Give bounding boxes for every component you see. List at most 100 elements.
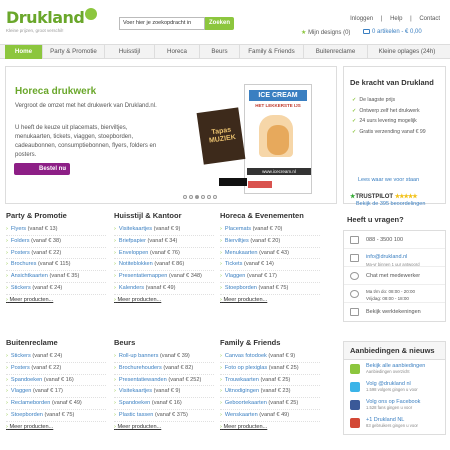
- category-item[interactable]: › Reclameborden (vanaf € 49): [6, 398, 106, 410]
- category-item[interactable]: › Bierviltjes (vanaf € 20): [220, 236, 320, 248]
- hero-product-link[interactable]: menukaarten: [15, 134, 50, 140]
- category-item[interactable]: › Visitekaartjes (vanaf € 9): [114, 386, 214, 399]
- nav-family-friends[interactable]: Family & Friends: [240, 45, 304, 59]
- phone-row[interactable]: 088 - 3500 100: [344, 231, 445, 249]
- category-item[interactable]: › Roll-up banners (vanaf € 39): [114, 351, 214, 363]
- category-item[interactable]: › Flyers (vanaf € 13): [6, 224, 106, 236]
- category-item[interactable]: › Canvas fotodoek (vanaf € 9): [220, 351, 320, 363]
- category-block: Party & Promotie › Flyers (vanaf € 13) › Fol…: [6, 211, 106, 306]
- hero-product-link[interactable]: tickets: [53, 134, 70, 140]
- arrow-icon: ›: [114, 376, 116, 383]
- category-item[interactable]: › Briefpapier (vanaf € 34): [114, 236, 214, 248]
- offer-row[interactable]: Volg @drukland nl 1.598 volgers gingen u …: [344, 378, 445, 396]
- category-item[interactable]: › Folders (vanaf € 38): [6, 236, 106, 248]
- hero-product-link[interactable]: folders: [130, 143, 148, 149]
- check-icon: ✓: [352, 118, 357, 124]
- category-title[interactable]: Beurs: [114, 338, 214, 347]
- category-item[interactable]: › Plastic tassen (vanaf € 375): [114, 410, 214, 422]
- hero-product-link[interactable]: stoepborden: [98, 134, 131, 140]
- category-title[interactable]: Party & Promotie: [6, 211, 106, 220]
- category-item[interactable]: › Ansichtkaarten (vanaf € 35): [6, 271, 106, 283]
- hero-product-link[interactable]: posters: [15, 152, 35, 158]
- more-products-link[interactable]: › Meer producten...: [220, 295, 320, 306]
- offer-icon: [350, 400, 360, 410]
- carousel-dot[interactable]: [189, 195, 193, 199]
- category-item[interactable]: › Stickers (vanaf € 24): [6, 283, 106, 295]
- arrow-icon: ›: [220, 400, 222, 407]
- hero-product-link[interactable]: flyers: [112, 143, 126, 149]
- category-item[interactable]: › Stickers (vanaf € 24): [6, 351, 106, 363]
- offer-row[interactable]: Bekijk alle aanbiedingen Aanbiedingen ove…: [344, 360, 445, 378]
- chat-row[interactable]: Chat met medewerker: [344, 267, 445, 285]
- email-row[interactable]: info@drukland.nl Ma-vr binnen 1 uur antwo…: [344, 249, 445, 267]
- category-item[interactable]: › Wenskaarten (vanaf € 49): [220, 410, 320, 422]
- category-item[interactable]: › Brochurehouders (vanaf € 82): [114, 363, 214, 375]
- category-item[interactable]: › Vlaggen (vanaf € 17): [6, 386, 106, 399]
- more-products-link[interactable]: › Meer producten...: [114, 295, 214, 306]
- nav-buitenreclame[interactable]: Buitenreclame: [304, 45, 368, 59]
- category-item[interactable]: › Posters (vanaf € 22): [6, 248, 106, 260]
- nav-kleine-oplages[interactable]: Kleine oplages (24h): [368, 45, 446, 59]
- offer-row[interactable]: Volg ons op Facebook 1.528 fans gingen u …: [344, 396, 445, 414]
- category-title[interactable]: Buitenreclame: [6, 338, 106, 347]
- help-link[interactable]: Help: [390, 16, 402, 22]
- carousel-dot[interactable]: [207, 195, 211, 199]
- category-item[interactable]: › Vlaggen (vanaf € 17): [220, 271, 320, 283]
- category-item[interactable]: › Foto op plexiglas (vanaf € 25): [220, 363, 320, 375]
- nav-horeca[interactable]: Horeca: [155, 45, 200, 59]
- more-products-link[interactable]: › Meer producten...: [6, 295, 106, 306]
- category-item[interactable]: › Geboortekaarten (vanaf € 25): [220, 398, 320, 410]
- hero-product-link[interactable]: bierviltjes: [101, 125, 126, 131]
- logo[interactable]: Drukland: [6, 8, 98, 27]
- category-item[interactable]: › Presentatiewanden (vanaf € 252): [114, 375, 214, 387]
- nav-party-promotie[interactable]: Party & Promotie: [43, 45, 105, 59]
- more-products-link[interactable]: › Meer producten...: [114, 422, 214, 433]
- hero-product-link[interactable]: cadeaubonnen: [15, 143, 55, 149]
- hero-desc-prefix: U heeft de keuze uit: [15, 125, 71, 131]
- my-designs-link[interactable]: ★ Mijn designs (0): [301, 29, 350, 36]
- lees-link[interactable]: Lees waar we voor staan: [358, 177, 419, 183]
- category-item[interactable]: › Notiteblokken (vanaf € 86): [114, 259, 214, 272]
- category-item[interactable]: › Brochures (vanaf € 115): [6, 259, 106, 272]
- carousel-dot-active[interactable]: [195, 195, 199, 199]
- hero-product-link[interactable]: viaggen: [74, 134, 95, 140]
- hero-product-link[interactable]: placemats: [70, 125, 97, 131]
- category-title[interactable]: Huisstijl & Kantoor: [114, 211, 214, 220]
- bestel-nu-button[interactable]: Bestel nu ›: [14, 163, 70, 175]
- contact-link[interactable]: Contact: [419, 16, 440, 22]
- category-item[interactable]: › Stoepborden (vanaf € 75): [220, 283, 320, 295]
- category-title[interactable]: Horeca & Evenementen: [220, 211, 320, 220]
- category-item[interactable]: › Stoepborden (vanaf € 75): [6, 410, 106, 422]
- search-button[interactable]: Zoeken: [205, 17, 234, 30]
- category-item[interactable]: › Spandoeken (vanaf € 16): [6, 375, 106, 387]
- category-item[interactable]: › Visitekaartjes (vanaf € 9): [114, 224, 214, 236]
- nav-beurs[interactable]: Beurs: [200, 45, 240, 59]
- category-item[interactable]: › Placemats (vanaf € 70): [220, 224, 320, 236]
- category-item[interactable]: › Tickets (vanaf € 14): [220, 259, 320, 272]
- offer-row[interactable]: +1 Drukland NL 83 gebruikers gingen u voo…: [344, 414, 445, 432]
- carousel-dot[interactable]: [183, 195, 187, 199]
- category-item[interactable]: › Presentatiemappen (vanaf € 348): [114, 271, 214, 283]
- nav-home[interactable]: Home: [5, 45, 43, 59]
- category-item[interactable]: › Uitnodigingen (vanaf € 23): [220, 386, 320, 399]
- category-item[interactable]: › Spandoeken (vanaf € 16): [114, 398, 214, 410]
- carousel-dot[interactable]: [201, 195, 205, 199]
- login-link[interactable]: Inloggen: [350, 16, 373, 22]
- category-title[interactable]: Family & Friends: [220, 338, 320, 347]
- logo-bubble-icon: [85, 8, 98, 20]
- reviews-link[interactable]: Bekijk de 395 beoordelingen: [356, 201, 425, 207]
- werktekeningen-row[interactable]: Bekijk werktekeningen: [344, 303, 445, 321]
- more-products-link[interactable]: › Meer producten...: [220, 422, 320, 433]
- hero-product-link[interactable]: consumptiebonnen: [58, 143, 109, 149]
- category-item[interactable]: › Posters (vanaf € 22): [6, 363, 106, 375]
- category-item[interactable]: › Trouwkaarten (vanaf € 25): [220, 375, 320, 387]
- more-products-link[interactable]: › Meer producten...: [6, 422, 106, 433]
- category-item[interactable]: › Enveloppen (vanaf € 76): [114, 248, 214, 260]
- carousel-dot[interactable]: [213, 195, 217, 199]
- search-input[interactable]: Voer hier je zoekopdracht in: [119, 17, 205, 30]
- email-link[interactable]: info@drukland.nl: [366, 254, 407, 260]
- cart-link[interactable]: 0 artikelen - € 0,00: [363, 29, 422, 35]
- category-item[interactable]: › Kalenders (vanaf € 49): [114, 283, 214, 295]
- category-item[interactable]: › Menukaarten (vanaf € 43): [220, 248, 320, 260]
- nav-huisstijl[interactable]: Huisstijl: [105, 45, 155, 59]
